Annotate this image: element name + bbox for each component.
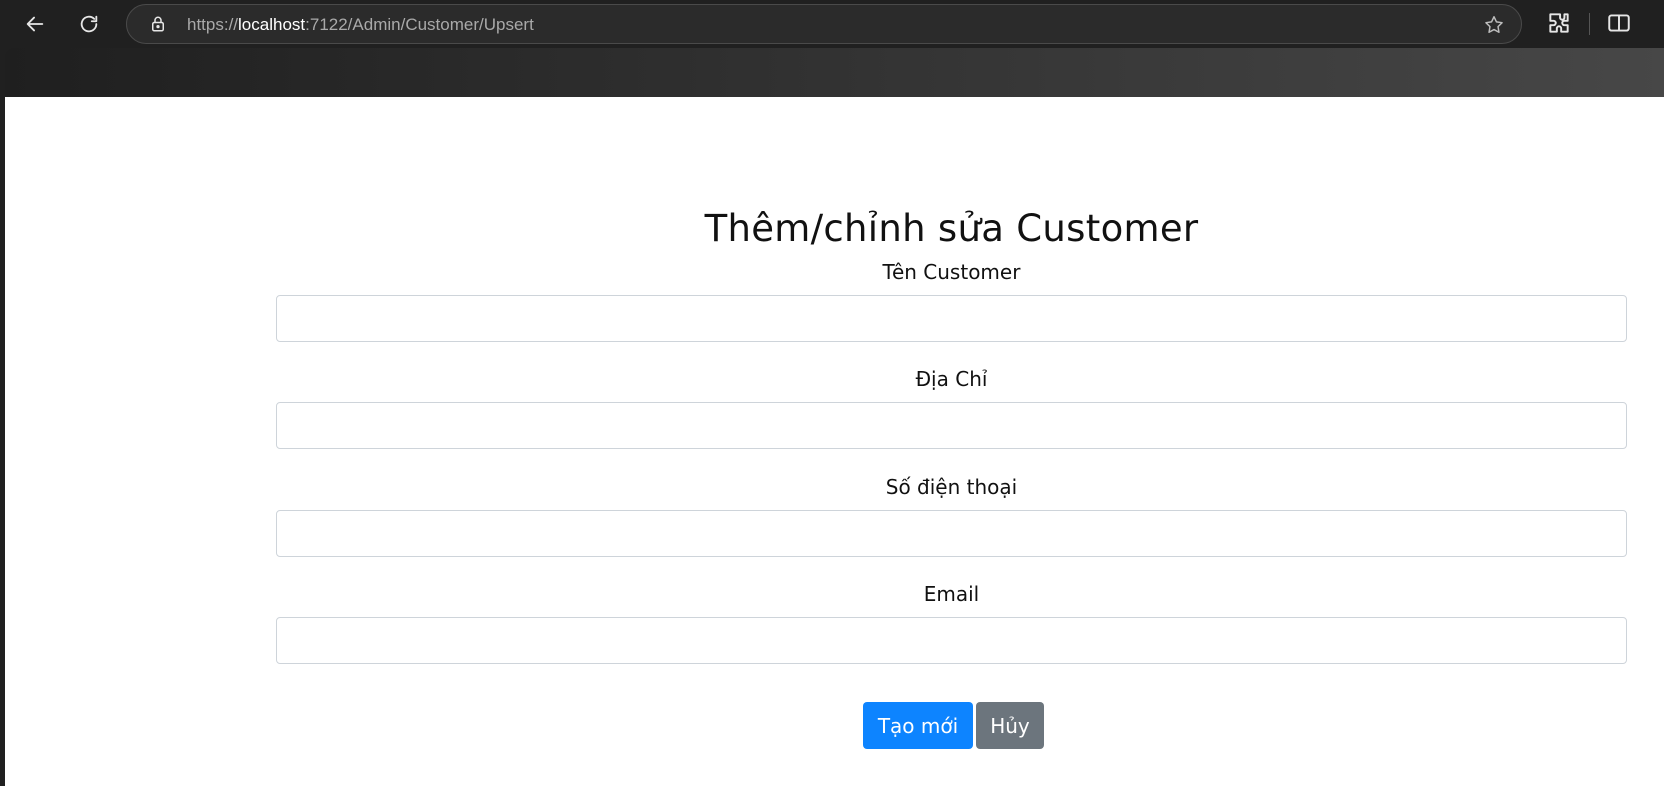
cancel-button[interactable]: Hủy <box>976 702 1044 749</box>
toolbar-divider <box>1589 13 1590 35</box>
back-button[interactable] <box>19 8 51 40</box>
name-label: Tên Customer <box>882 260 1021 284</box>
lock-icon[interactable] <box>149 15 167 33</box>
url-path: :7122/Admin/Customer/Upsert <box>305 15 534 34</box>
create-button[interactable]: Tạo mới <box>863 702 973 749</box>
refresh-icon <box>80 15 98 33</box>
page-title: Thêm/chỉnh sửa Customer <box>704 207 1199 250</box>
phone-input[interactable] <box>276 510 1627 557</box>
name-input[interactable] <box>276 295 1627 342</box>
split-screen-icon[interactable] <box>1606 10 1632 36</box>
phone-label: Số điện thoại <box>885 475 1018 499</box>
back-arrow-icon <box>26 16 44 32</box>
address-bar[interactable]: https://localhost:7122/Admin/Customer/Up… <box>126 4 1522 44</box>
url-host: localhost <box>238 15 306 34</box>
extensions-icon[interactable] <box>1546 10 1572 36</box>
url-scheme: https:// <box>187 15 239 34</box>
page-content: Thêm/chỉnh sửa Customer Tên Customer Địa… <box>5 97 1664 786</box>
browser-toolbar: https://localhost:7122/Admin/Customer/Up… <box>0 0 1664 48</box>
email-label: Email <box>923 582 980 606</box>
address-label: Địa Chỉ <box>915 367 988 391</box>
site-navbar <box>5 48 1664 97</box>
url-text[interactable]: https://localhost:7122/Admin/Customer/Up… <box>187 15 534 35</box>
address-input[interactable] <box>276 402 1627 449</box>
email-input[interactable] <box>276 617 1627 664</box>
star-icon[interactable] <box>1483 14 1505 36</box>
refresh-button[interactable] <box>73 8 105 40</box>
